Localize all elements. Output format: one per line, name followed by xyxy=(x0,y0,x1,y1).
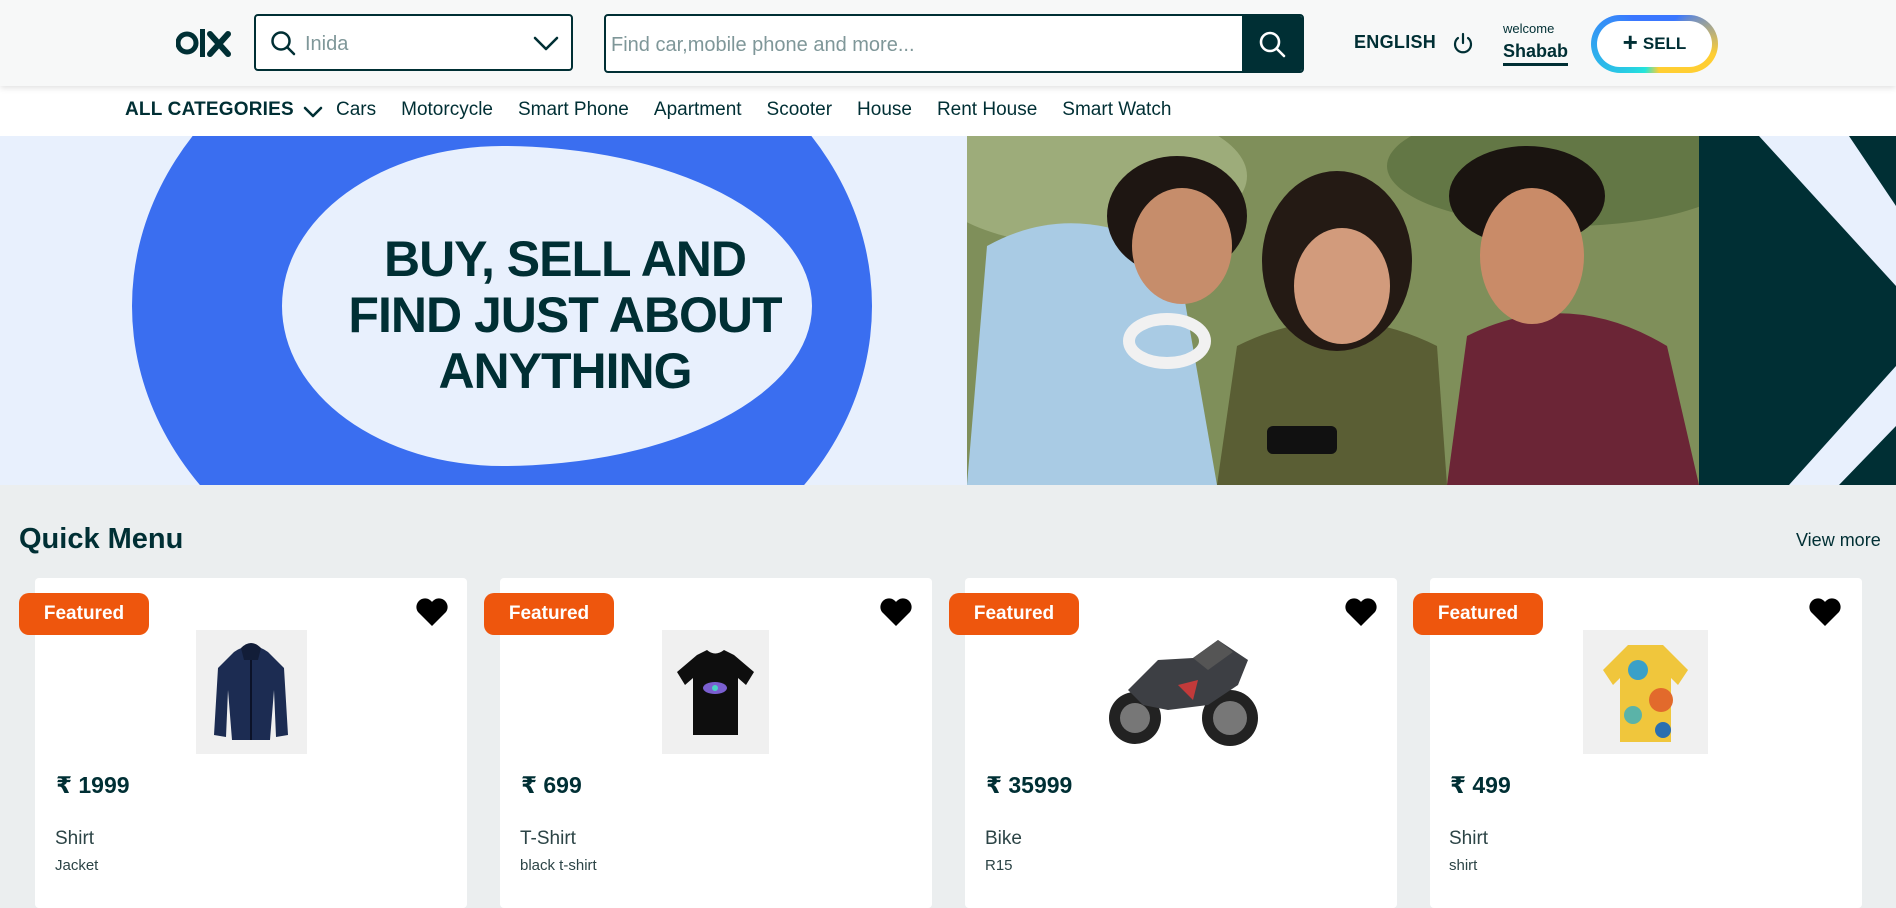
product-name[interactable]: Shirt xyxy=(1449,828,1488,850)
category-link-rent-house[interactable]: Rent House xyxy=(937,99,1037,121)
heart-icon[interactable] xyxy=(879,597,913,627)
product-description: Jacket xyxy=(55,857,99,874)
product-price: ₹ 699 xyxy=(521,772,582,798)
product-name[interactable]: T-Shirt xyxy=(520,828,576,850)
banner-arrow-graphic xyxy=(1699,136,1896,485)
search-button[interactable] xyxy=(1242,16,1302,71)
featured-badge: Featured xyxy=(19,593,149,635)
search-input[interactable]: Find car,mobile phone and more... xyxy=(611,34,915,57)
featured-badge: Featured xyxy=(484,593,614,635)
plus-icon: + xyxy=(1622,27,1638,57)
product-price: ₹ 35999 xyxy=(986,772,1073,798)
banner-headline: BUY, SELL AND FIND JUST ABOUT ANYTHING xyxy=(330,231,800,399)
banner-line-1: BUY, SELL AND xyxy=(383,231,747,287)
banner-photo xyxy=(967,136,1699,485)
hero-banner[interactable]: BUY, SELL AND FIND JUST ABOUT ANYTHING xyxy=(0,136,1896,485)
product-description: R15 xyxy=(985,857,1013,874)
shirt-image[interactable] xyxy=(1583,630,1708,754)
arrow-chevron-shape xyxy=(1759,136,1896,485)
product-description: shirt xyxy=(1449,857,1478,874)
product-name[interactable]: Bike xyxy=(985,828,1022,850)
all-categories-button[interactable]: ALL CATEGORIES xyxy=(125,99,294,121)
quick-menu-title: Quick Menu xyxy=(19,523,184,555)
power-icon[interactable] xyxy=(1452,32,1474,56)
heart-icon[interactable] xyxy=(1344,597,1378,627)
product-description: black t-shirt xyxy=(520,857,597,874)
search-icon xyxy=(1259,31,1286,57)
location-value: Inida xyxy=(305,33,349,55)
top-header: Inida Find car,mobile phone and more... … xyxy=(0,0,1896,86)
banner-line-3: ANYTHING xyxy=(438,343,692,399)
category-list: Cars Motorcycle Smart Phone Apartment Sc… xyxy=(336,99,1196,121)
category-link-house[interactable]: House xyxy=(857,99,912,121)
friends-with-phone-illustration xyxy=(967,136,1699,485)
category-link-smart-watch[interactable]: Smart Watch xyxy=(1062,99,1171,121)
tshirt-image[interactable] xyxy=(662,630,769,754)
heart-icon[interactable] xyxy=(415,597,449,627)
sell-button[interactable]: + SELL xyxy=(1591,15,1718,73)
search-bar[interactable]: Find car,mobile phone and more... xyxy=(604,14,1304,73)
featured-badge: Featured xyxy=(1413,593,1543,635)
search-icon xyxy=(271,31,296,56)
chevron-down-icon[interactable] xyxy=(533,32,559,54)
banner-graphic: BUY, SELL AND FIND JUST ABOUT ANYTHING xyxy=(0,136,967,485)
welcome-label: welcome xyxy=(1503,21,1555,36)
olx-logo[interactable] xyxy=(176,24,236,62)
language-selector[interactable]: ENGLISH xyxy=(1354,32,1436,53)
category-link-cars[interactable]: Cars xyxy=(336,99,376,121)
category-link-motorcycle[interactable]: Motorcycle xyxy=(401,99,493,121)
view-more-link[interactable]: View more xyxy=(1796,530,1881,551)
product-price: ₹ 1999 xyxy=(56,772,130,798)
featured-badge: Featured xyxy=(949,593,1079,635)
banner-line-2: FIND JUST ABOUT xyxy=(348,287,782,343)
category-bar: ALL CATEGORIES Cars Motorcycle Smart Pho… xyxy=(0,86,1896,136)
product-price: ₹ 499 xyxy=(1450,772,1511,798)
motorbike-image[interactable] xyxy=(1098,630,1268,754)
heart-icon[interactable] xyxy=(1808,597,1842,627)
chevron-down-icon[interactable] xyxy=(303,105,323,119)
sell-label: SELL xyxy=(1642,34,1687,53)
category-link-scooter[interactable]: Scooter xyxy=(767,99,832,121)
location-selector[interactable]: Inida xyxy=(254,14,573,71)
category-link-smart-phone[interactable]: Smart Phone xyxy=(518,99,629,121)
category-link-apartment[interactable]: Apartment xyxy=(654,99,742,121)
product-name[interactable]: Shirt xyxy=(55,828,94,850)
jacket-image[interactable] xyxy=(196,630,307,754)
user-name-link[interactable]: Shabab xyxy=(1503,41,1569,66)
